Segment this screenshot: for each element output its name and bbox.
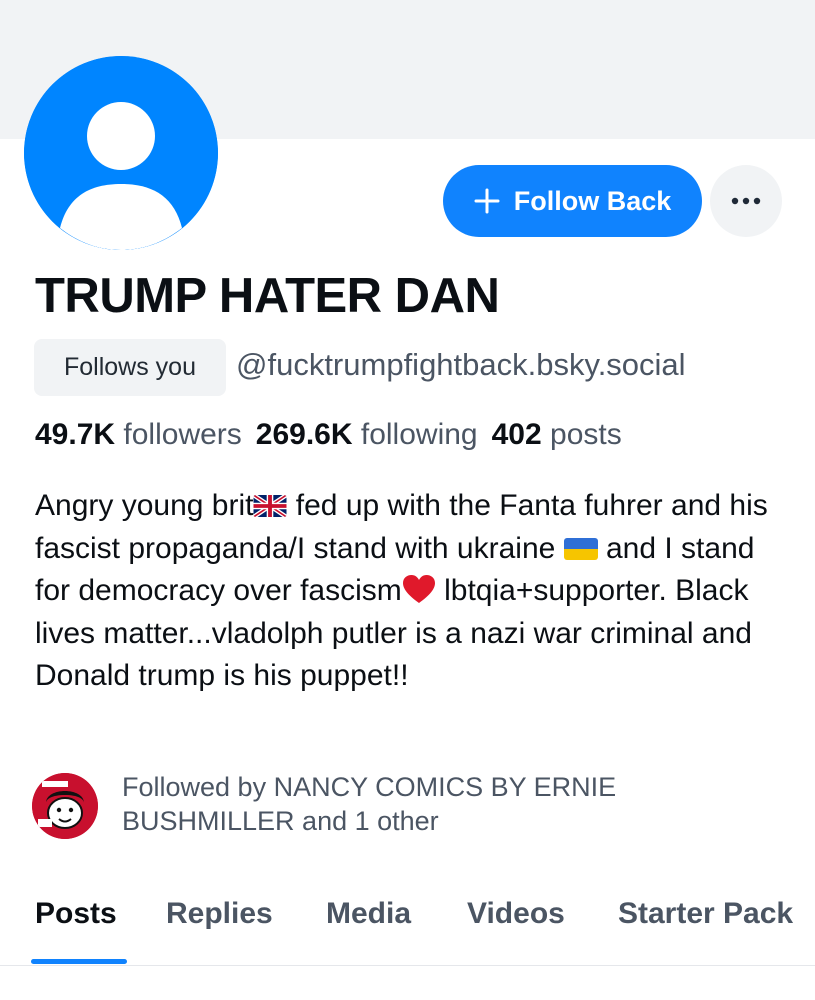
profile-page: Follow Back TRUMP HATER DAN Follows you … — [0, 0, 815, 1000]
plus-icon — [474, 188, 500, 214]
ellipsis-icon — [731, 197, 761, 205]
tab-replies[interactable]: Replies — [166, 897, 273, 931]
follow-back-button[interactable]: Follow Back — [443, 165, 702, 237]
uk-flag-icon — [253, 495, 288, 517]
bio-text-1: Angry young brit — [35, 489, 254, 522]
active-tab-indicator — [31, 959, 127, 964]
display-name: TRUMP HATER DAN — [35, 269, 500, 323]
red-heart-icon — [402, 574, 436, 604]
tab-starter-pack[interactable]: Starter Pack — [618, 897, 793, 931]
following-count: 269.6K — [255, 418, 353, 451]
follow-back-label: Follow Back — [513, 185, 672, 216]
tab-posts[interactable]: Posts — [35, 897, 117, 931]
posts-stat: 402 posts — [492, 418, 622, 451]
posts-label: posts — [550, 418, 622, 451]
default-user-avatar-icon — [24, 56, 218, 250]
posts-count: 402 — [491, 418, 542, 451]
profile-tabs: Posts Replies Media Videos Starter Pack — [0, 873, 815, 966]
profile-avatar[interactable] — [24, 56, 218, 250]
following-stat[interactable]: 269.6K following — [256, 418, 478, 451]
tab-media[interactable]: Media — [326, 897, 411, 931]
nancy-comics-avatar[interactable] — [32, 773, 98, 839]
following-label: following — [360, 418, 478, 451]
followers-label: followers — [123, 418, 242, 451]
more-options-button[interactable] — [710, 165, 782, 237]
profile-handle[interactable]: @fucktrumpfightback.bsky.social — [236, 347, 686, 383]
tab-videos[interactable]: Videos — [467, 897, 565, 931]
followers-stat[interactable]: 49.7K followers — [35, 418, 242, 451]
profile-bio: Angry young brit fed up with the Fanta f… — [35, 485, 795, 698]
follows-you-badge: Follows you — [34, 339, 226, 396]
profile-stats: 49.7K followers 269.6K following 402 posts — [35, 418, 622, 452]
followers-count: 49.7K — [35, 418, 116, 451]
ukraine-flag-icon — [563, 537, 598, 560]
followed-by-text[interactable]: Followed by NANCY COMICS BY ERNIE BUSHMI… — [122, 770, 722, 838]
